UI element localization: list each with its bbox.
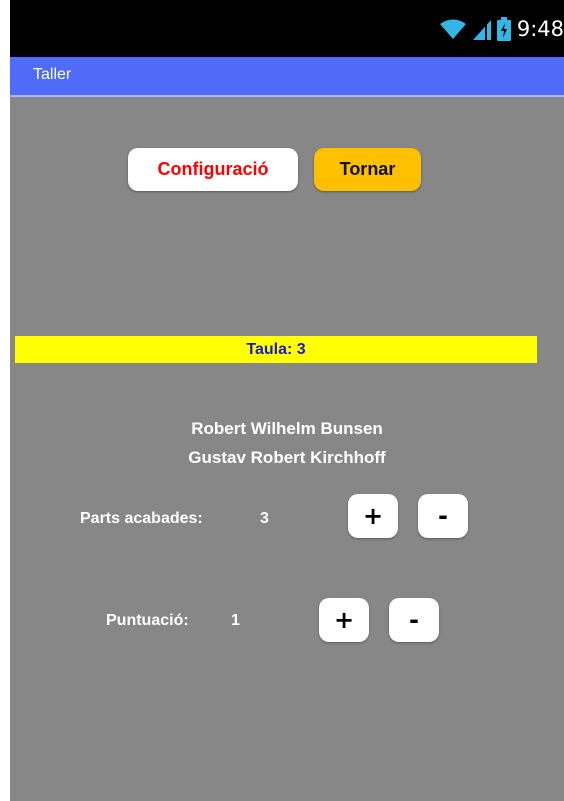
- score-label: Puntuació:: [106, 612, 189, 629]
- finished-parts-minus-button[interactable]: -: [418, 494, 468, 538]
- wifi-icon: [439, 19, 466, 39]
- finished-parts-plus-button[interactable]: +: [348, 494, 398, 538]
- back-button[interactable]: Tornar: [314, 148, 421, 191]
- app-title: Taller: [33, 66, 72, 83]
- score-value: 1: [231, 612, 240, 629]
- config-button[interactable]: Configuració: [128, 148, 298, 191]
- finished-parts-value: 3: [260, 510, 269, 527]
- signal-icon: [472, 20, 491, 40]
- member-name: Gustav Robert Kirchhoff: [188, 448, 386, 467]
- app-screen: 9:48 Taller Configuració Tornar Taula: 3…: [10, 0, 564, 801]
- app-bar: Taller: [10, 57, 564, 97]
- finished-parts-label: Parts acabades:: [80, 510, 203, 527]
- battery-icon: [496, 17, 511, 41]
- status-bar: 9:48: [10, 0, 564, 57]
- status-icons: 9:48: [439, 14, 564, 44]
- table-banner: Taula: 3: [15, 336, 537, 363]
- score-plus-button[interactable]: +: [319, 598, 369, 642]
- status-time: 9:48: [516, 17, 564, 41]
- table-label: Taula: 3: [246, 340, 306, 358]
- score-minus-button[interactable]: -: [389, 598, 439, 642]
- member-name: Robert Wilhelm Bunsen: [191, 419, 383, 438]
- member-list: Robert Wilhelm Bunsen Gustav Robert Kirc…: [10, 414, 564, 472]
